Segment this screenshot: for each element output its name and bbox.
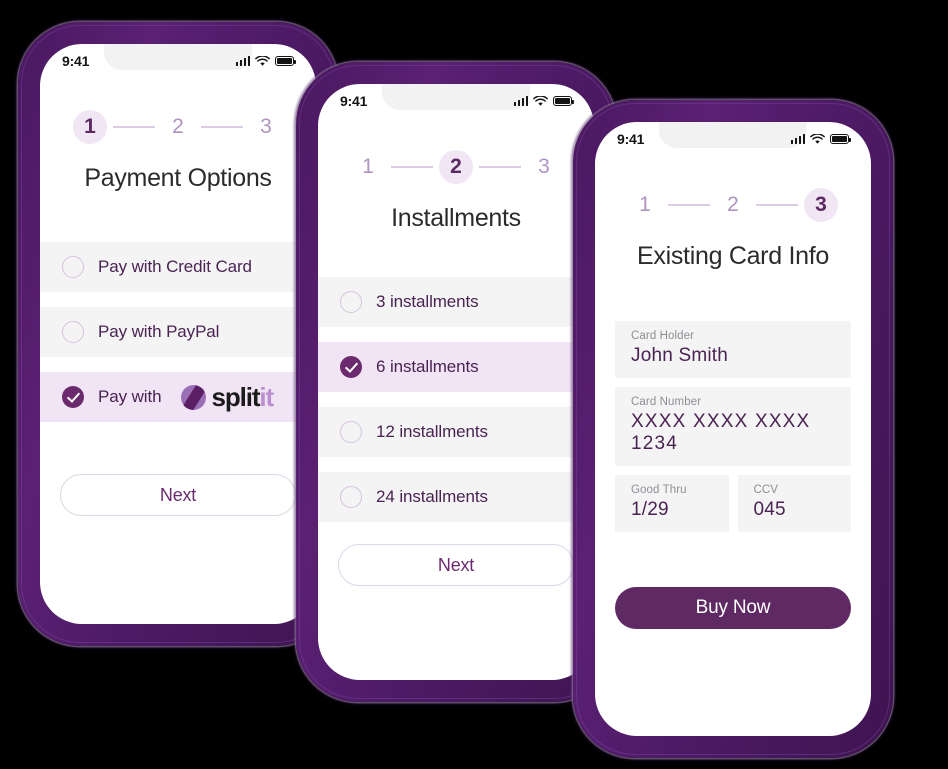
battery-icon xyxy=(275,56,296,66)
field-value: 045 xyxy=(753,499,786,520)
field-card-holder[interactable]: Card Holder John Smith xyxy=(615,321,851,378)
status-bar: 9:41 xyxy=(595,122,871,156)
status-bar-icons xyxy=(790,133,851,145)
status-bar: 9:41 xyxy=(40,44,316,78)
splitit-word-it: it xyxy=(259,381,274,412)
splitit-logo: splitit xyxy=(181,381,274,413)
radio-checked-icon[interactable] xyxy=(340,356,362,378)
stepper-step-3[interactable]: 3 xyxy=(804,188,838,222)
phone-mockup-existing-card-info: 9:41 1 2 3 Existing Card Info Card Holde… xyxy=(573,100,893,758)
battery-icon xyxy=(830,134,851,144)
field-row: Good Thru 1/29 CCV 045 xyxy=(615,475,851,532)
status-bar-icons xyxy=(235,55,296,67)
status-bar-time: 9:41 xyxy=(62,53,90,69)
wifi-icon xyxy=(255,55,270,66)
option-label: 3 installments xyxy=(376,292,479,311)
page-title: Payment Options xyxy=(84,164,272,192)
stepper-connector xyxy=(668,204,710,206)
wifi-icon xyxy=(810,133,825,144)
installments-list: 3 installments 6 installments 12 install… xyxy=(318,277,594,522)
stepper-step-1[interactable]: 1 xyxy=(628,188,662,222)
wifi-icon xyxy=(533,95,548,106)
option-row-24-installments[interactable]: 24 installments xyxy=(318,472,594,522)
option-label: Pay with xyxy=(98,387,162,406)
field-card-number[interactable]: Card Number XXXX XXXX XXXX 1234 xyxy=(615,387,851,466)
battery-icon xyxy=(553,96,574,106)
option-row-paypal[interactable]: Pay with PayPal xyxy=(40,307,316,357)
row-gap xyxy=(318,457,594,472)
field-label: Card Number xyxy=(631,396,702,408)
option-label: Pay with Credit Card xyxy=(98,257,252,276)
stepper-connector xyxy=(479,166,521,168)
radio-unchecked-icon[interactable] xyxy=(340,421,362,443)
stepper-step-2[interactable]: 2 xyxy=(439,150,473,184)
field-label: CCV xyxy=(753,484,779,496)
signal-bars-icon xyxy=(790,134,805,144)
stepper-step-3[interactable]: 3 xyxy=(527,150,561,184)
payment-options-list: Pay with Credit Card Pay with PayPal Pay… xyxy=(40,242,316,422)
field-value: John Smith xyxy=(631,345,729,366)
progress-stepper: 1 2 3 xyxy=(338,150,574,184)
radio-unchecked-icon[interactable] xyxy=(62,321,84,343)
field-ccv[interactable]: CCV 045 xyxy=(737,475,851,532)
option-label: Pay with PayPal xyxy=(98,322,220,341)
stepper-step-2[interactable]: 2 xyxy=(161,110,195,144)
splitit-word-split: split xyxy=(211,381,260,412)
stepper-step-2[interactable]: 2 xyxy=(716,188,750,222)
status-bar-time: 9:41 xyxy=(617,131,645,147)
option-label: 24 installments xyxy=(376,487,488,506)
option-row-12-installments[interactable]: 12 installments xyxy=(318,407,594,457)
field-good-thru[interactable]: Good Thru 1/29 xyxy=(615,475,729,532)
phone-screen: 9:41 1 2 3 xyxy=(40,44,316,624)
option-row-splitit[interactable]: Pay with splitit xyxy=(40,372,316,422)
option-row-credit-card[interactable]: Pay with Credit Card xyxy=(40,242,316,292)
row-gap xyxy=(40,292,316,307)
phone-screen: 9:41 1 2 3 xyxy=(595,122,871,736)
signal-bars-icon xyxy=(513,96,528,106)
mockup-stage: 9:41 1 2 3 Payment Options Pay with Cred… xyxy=(0,0,948,769)
row-gap xyxy=(40,357,316,372)
stepper-connector xyxy=(201,126,243,128)
field-value: 1/29 xyxy=(631,499,669,520)
radio-unchecked-icon[interactable] xyxy=(340,291,362,313)
option-label: 6 installments xyxy=(376,357,479,376)
field-label: Card Holder xyxy=(631,330,695,342)
phone-screen: 9:41 1 2 3 xyxy=(318,84,594,680)
progress-stepper: 1 2 3 xyxy=(60,110,296,144)
option-label: 12 installments xyxy=(376,422,488,441)
signal-bars-icon xyxy=(235,56,250,66)
stepper-step-1[interactable]: 1 xyxy=(351,150,385,184)
stepper-connector xyxy=(113,126,155,128)
phone-mockup-installments: 9:41 1 2 3 Installments 3 installments 6… xyxy=(296,62,616,702)
progress-stepper: 1 2 3 xyxy=(615,188,851,222)
option-row-6-installments[interactable]: 6 installments xyxy=(318,342,594,392)
status-bar-time: 9:41 xyxy=(340,93,368,109)
status-bar: 9:41 xyxy=(318,84,594,118)
status-bar-icons xyxy=(513,95,574,107)
option-row-3-installments[interactable]: 3 installments xyxy=(318,277,594,327)
radio-checked-icon[interactable] xyxy=(62,386,84,408)
radio-unchecked-icon[interactable] xyxy=(340,486,362,508)
page-title: Installments xyxy=(391,204,521,232)
buy-now-button[interactable]: Buy Now xyxy=(615,587,851,629)
field-value: XXXX XXXX XXXX 1234 xyxy=(631,411,811,454)
row-gap xyxy=(318,392,594,407)
field-label: Good Thru xyxy=(631,484,687,496)
card-info-fields: Card Holder John Smith Card Number XXXX … xyxy=(615,321,851,532)
splitit-logo-mark-icon xyxy=(181,384,207,410)
next-button[interactable]: Next xyxy=(338,544,574,586)
row-gap xyxy=(318,327,594,342)
phone-mockup-payment-options: 9:41 1 2 3 Payment Options Pay with Cred… xyxy=(18,22,338,646)
page-title: Existing Card Info xyxy=(637,242,829,270)
stepper-connector xyxy=(391,166,433,168)
next-button[interactable]: Next xyxy=(60,474,296,516)
splitit-wordmark: splitit xyxy=(211,381,274,413)
radio-unchecked-icon[interactable] xyxy=(62,256,84,278)
stepper-step-1[interactable]: 1 xyxy=(73,110,107,144)
stepper-step-3[interactable]: 3 xyxy=(249,110,283,144)
stepper-connector xyxy=(756,204,798,206)
